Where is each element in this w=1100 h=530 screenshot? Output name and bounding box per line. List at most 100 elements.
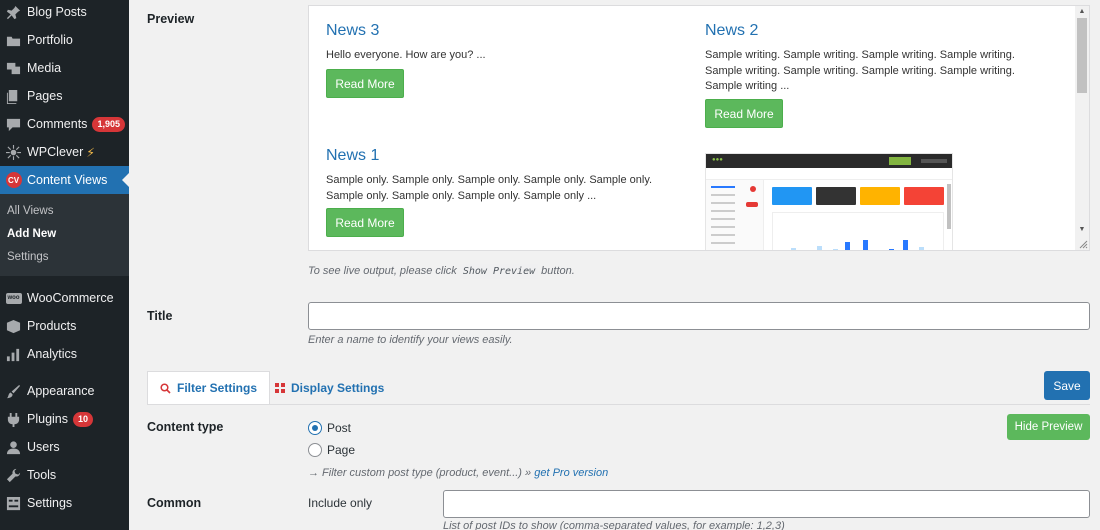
pages-icon [0, 89, 27, 104]
post-thumbnail-image[interactable]: ●●● [705, 153, 953, 250]
preview-hint: To see live output, please click Show Pr… [308, 264, 575, 279]
scroll-down-arrow-icon[interactable]: ▼ [1075, 224, 1089, 236]
sidebar-item-woocommerce[interactable]: woo WooCommerce [0, 284, 129, 312]
sidebar-item-blog-posts[interactable]: Blog Posts [0, 0, 129, 26]
post-title[interactable]: News 2 [705, 22, 1055, 40]
sidebar-item-wpclever[interactable]: WPClever ⚡ [0, 138, 129, 166]
admin-sidebar: Blog Posts Portfolio Media Pages Comment… [0, 0, 129, 530]
grid-icon [275, 383, 285, 393]
sidebar-item-label: Plugins [27, 412, 68, 426]
preview-label: Preview [147, 12, 195, 26]
tools-icon [0, 468, 27, 483]
radio-label: Page [327, 443, 356, 457]
radio-page[interactable]: Page [308, 443, 355, 457]
post-title[interactable]: News 3 [326, 22, 686, 40]
get-pro-version-link[interactable]: get Pro version [534, 467, 608, 479]
preview-post: News 3 Hello everyone. How are you? ... [326, 22, 686, 64]
save-button[interactable]: Save [1044, 371, 1090, 400]
post-excerpt: Hello everyone. How are you? ... [326, 49, 486, 61]
content-views-icon: CV [0, 172, 27, 188]
search-icon [160, 382, 171, 394]
preview-post: News 2 Sample writing. Sample writing. S… [705, 22, 1055, 95]
settings-icon [0, 496, 27, 511]
sidebar-item-label: Comments [27, 117, 88, 131]
preview-panel: News 3 Hello everyone. How are you? ... … [308, 5, 1090, 251]
plugins-icon [0, 412, 27, 427]
submenu-add-new[interactable]: Add New [7, 228, 56, 240]
title-input[interactable] [308, 302, 1090, 330]
sidebar-item-content-views[interactable]: CV Content Views [0, 166, 129, 194]
tab-display-settings[interactable]: Display Settings [275, 371, 384, 405]
tab-label: Filter Settings [177, 381, 258, 395]
include-only-label: Include only [308, 496, 373, 510]
sidebar-item-label: Blog Posts [27, 5, 87, 19]
sidebar-item-users[interactable]: Users [0, 433, 129, 461]
media-icon [0, 61, 27, 76]
tab-filter-settings[interactable]: Filter Settings [147, 371, 271, 405]
sidebar-item-media[interactable]: Media [0, 54, 129, 82]
post-title[interactable]: News 1 [326, 147, 686, 165]
sidebar-item-comments[interactable]: Comments 1,905 [0, 110, 129, 138]
sidebar-item-label: Users [27, 440, 60, 454]
read-more-button[interactable]: Read More [326, 69, 404, 98]
main-content: Preview News 3 Hello everyone. How are y… [129, 0, 1100, 530]
sidebar-item-appearance[interactable]: Appearance [0, 377, 129, 405]
sidebar-item-label: WooCommerce [27, 291, 114, 305]
preview-scrollbar[interactable]: ▲ ▼ [1075, 6, 1089, 250]
tabs-divider [147, 404, 1090, 405]
sidebar-item-label: Settings [27, 496, 73, 510]
radio-post[interactable]: Post [308, 421, 351, 435]
wpclever-icon [0, 144, 27, 160]
comments-icon [0, 117, 27, 132]
scroll-up-arrow-icon[interactable]: ▲ [1075, 6, 1089, 18]
sidebar-item-settings[interactable]: Settings [0, 489, 129, 517]
show-preview-code: Show Preview [459, 264, 539, 279]
scrollbar-thumb[interactable] [1077, 18, 1087, 93]
appearance-icon [0, 384, 27, 399]
sidebar-item-label: Appearance [27, 384, 95, 398]
sidebar-item-pages[interactable]: Pages [0, 82, 129, 110]
read-more-button[interactable]: Read More [326, 208, 404, 237]
sidebar-item-label: WPClever [27, 145, 84, 159]
sidebar-item-label: Products [27, 319, 77, 333]
preview-post: News 1 Sample only. Sample only. Sample … [326, 147, 686, 204]
include-only-hint: List of post IDs to show (comma-separate… [443, 520, 785, 530]
tab-label: Display Settings [291, 381, 385, 395]
common-label: Common [147, 496, 202, 510]
sidebar-item-analytics[interactable]: Analytics [0, 340, 129, 368]
sidebar-item-label: Content Views [27, 173, 108, 187]
content-type-label: Content type [147, 420, 224, 434]
sidebar-item-label: Tools [27, 468, 57, 482]
include-only-input[interactable] [443, 490, 1090, 518]
title-label: Title [147, 309, 173, 323]
radio-button[interactable] [308, 443, 322, 457]
users-icon [0, 440, 27, 455]
sidebar-item-label: Analytics [27, 347, 78, 361]
comments-count-badge: 1,905 [92, 116, 125, 132]
sidebar-item-label: Portfolio [27, 33, 73, 47]
radio-label: Post [327, 421, 352, 435]
products-icon [0, 319, 27, 334]
sidebar-item-label: Pages [27, 89, 63, 103]
sidebar-item-products[interactable]: Products [0, 312, 129, 340]
content-views-submenu: All Views Add New Settings [0, 194, 129, 276]
radio-button-checked[interactable] [308, 421, 322, 435]
sidebar-item-label: Media [27, 61, 62, 75]
resize-handle-icon[interactable] [1079, 240, 1088, 249]
pin-icon [0, 5, 27, 20]
lightning-icon: ⚡ [86, 145, 96, 160]
title-hint: Enter a name to identify your views easi… [308, 334, 513, 346]
analytics-icon [0, 347, 27, 362]
submenu-settings[interactable]: Settings [7, 251, 49, 263]
post-excerpt: Sample writing. Sample writing. Sample w… [705, 49, 1015, 92]
sidebar-item-portfolio[interactable]: Portfolio [0, 26, 129, 54]
post-excerpt: Sample only. Sample only. Sample only. S… [326, 174, 653, 202]
woocommerce-icon: woo [0, 292, 27, 304]
sidebar-item-plugins[interactable]: Plugins 10 [0, 405, 129, 433]
hide-preview-button[interactable]: Hide Preview [1007, 414, 1090, 440]
read-more-button[interactable]: Read More [705, 99, 783, 128]
submenu-all-views[interactable]: All Views [7, 205, 53, 217]
content-type-hint: → Filter custom post type (product, even… [308, 467, 609, 479]
sidebar-item-tools[interactable]: Tools [0, 461, 129, 489]
portfolio-icon [0, 33, 27, 48]
